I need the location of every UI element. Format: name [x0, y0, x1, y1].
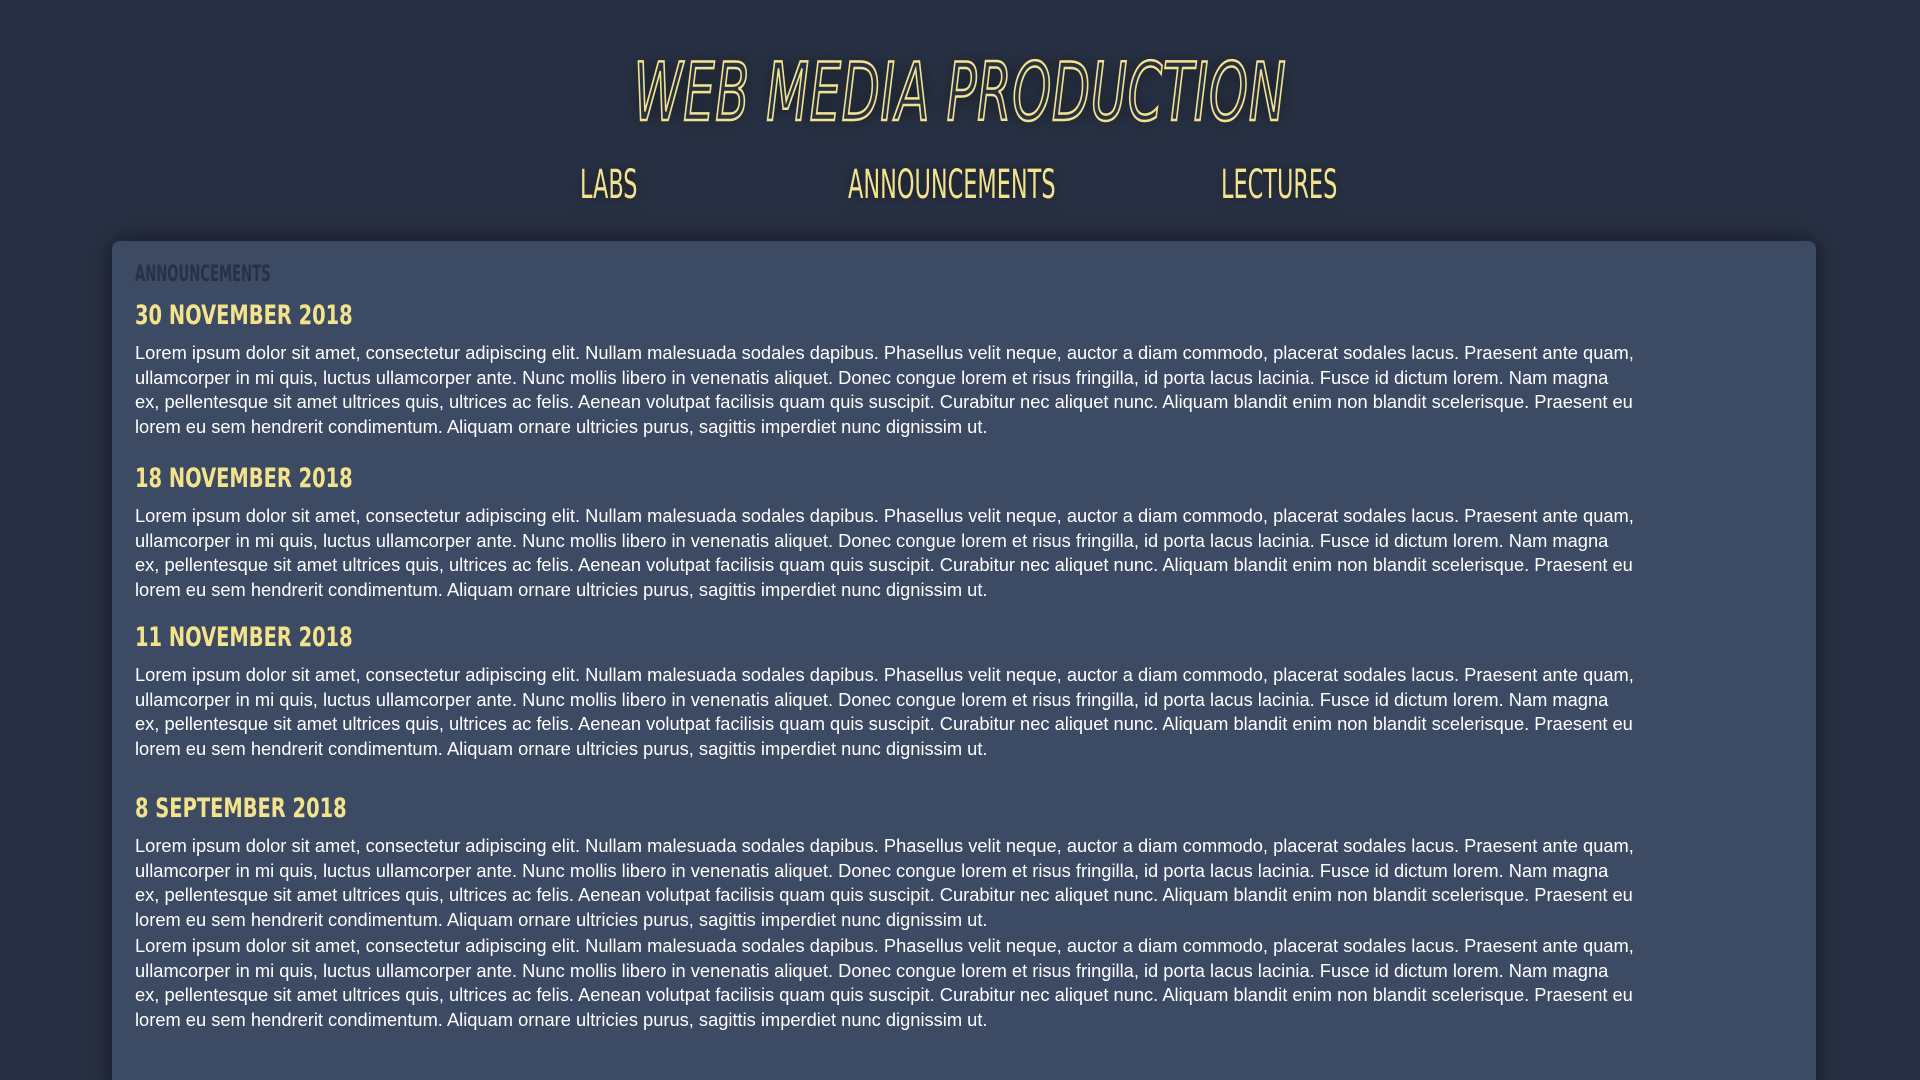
nav-link-announcements[interactable]: ANNOUNCEMENTS: [848, 160, 1056, 210]
announcement-text: Lorem ipsum dolor sit amet, consectetur …: [135, 505, 1634, 600]
nav-link-lectures[interactable]: LECTURES: [1221, 160, 1337, 210]
announcements-panel: ANNOUNCEMENTS 30 NOVEMBER 2018 Lorem ips…: [112, 241, 1816, 1080]
announcement-date: 18 NOVEMBER 2018: [135, 463, 353, 494]
announcement-date: 8 SEPTEMBER 2018: [135, 793, 347, 824]
announcement-date: 30 NOVEMBER 2018: [135, 300, 353, 331]
announcement-date: 11 NOVEMBER 2018: [135, 622, 353, 653]
site-title: WEB MEDIA PRODUCTION: [633, 45, 1287, 141]
announcement-text: Lorem ipsum dolor sit amet, consectetur …: [135, 342, 1634, 437]
section-label: ANNOUNCEMENTS: [135, 262, 271, 287]
announcement-text: Lorem ipsum dolor sit amet, consectetur …: [135, 664, 1634, 759]
nav-link-labs[interactable]: LABS: [580, 160, 638, 210]
announcement-text: Lorem ipsum dolor sit amet, consectetur …: [135, 935, 1634, 1030]
announcement-text: Lorem ipsum dolor sit amet, consectetur …: [135, 835, 1634, 930]
